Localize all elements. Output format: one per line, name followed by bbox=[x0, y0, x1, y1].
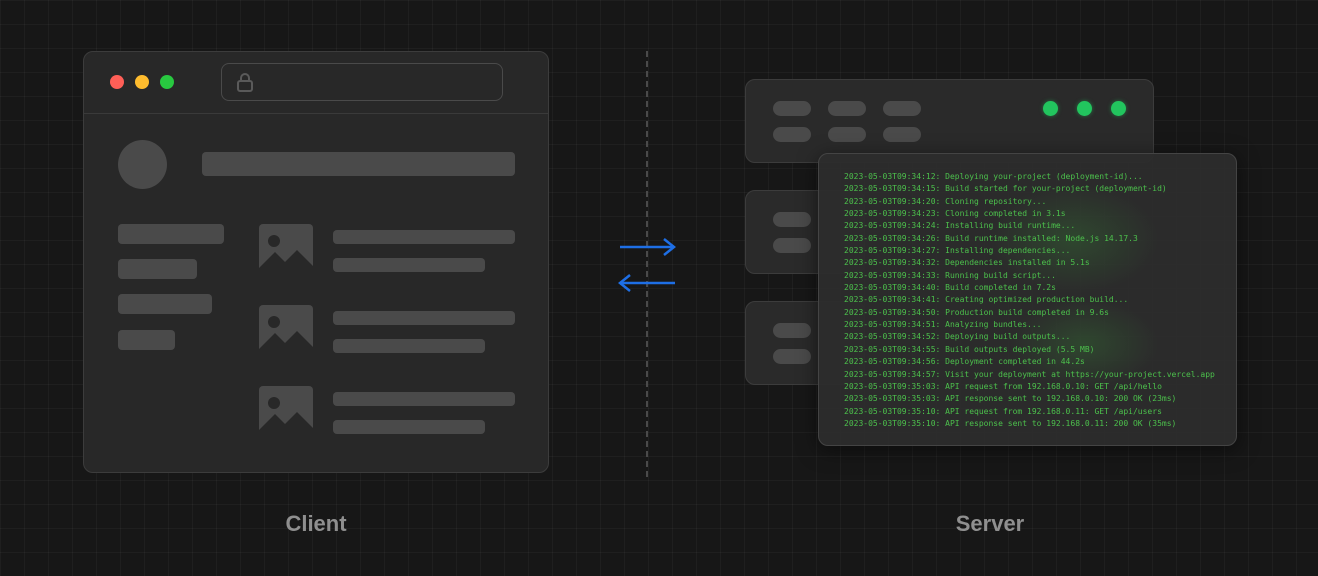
text-line-placeholder bbox=[333, 420, 485, 434]
log-line: 2023-05-03T09:34:40: Build completed in … bbox=[844, 283, 1056, 293]
drive-slot bbox=[828, 101, 866, 116]
log-line: 2023-05-03T09:35:10: API response sent t… bbox=[844, 418, 1177, 428]
server-label: Server bbox=[955, 511, 1025, 536]
client-label: Client bbox=[285, 511, 347, 536]
log-line: 2023-05-03T09:34:32: Dependencies instal… bbox=[844, 258, 1090, 268]
text-line-placeholder bbox=[333, 392, 515, 406]
nav-placeholder bbox=[118, 224, 224, 244]
image-icon bbox=[259, 224, 313, 278]
log-line: 2023-05-03T09:34:50: Production build co… bbox=[844, 307, 1109, 317]
drive-slot bbox=[883, 101, 921, 116]
status-light bbox=[1077, 101, 1092, 116]
status-light bbox=[1111, 101, 1126, 116]
log-line: 2023-05-03T09:34:55: Build outputs deplo… bbox=[844, 344, 1095, 354]
browser-title-bar bbox=[84, 52, 548, 114]
window-close-dot bbox=[110, 75, 124, 89]
lock-icon bbox=[237, 73, 253, 92]
log-line: 2023-05-03T09:34:57: Visit your deployme… bbox=[844, 369, 1215, 379]
log-line: 2023-05-03T09:34:15: Build started for y… bbox=[844, 184, 1167, 194]
drive-slot bbox=[883, 127, 921, 142]
arrow-left-icon bbox=[617, 274, 675, 292]
log-line: 2023-05-03T09:35:03: API request from 19… bbox=[844, 381, 1162, 391]
nav-placeholder bbox=[118, 330, 175, 350]
server-log-terminal: 2023-05-03T09:34:12: Deploying your-proj… bbox=[818, 153, 1237, 446]
log-list: 2023-05-03T09:34:12: Deploying your-proj… bbox=[844, 171, 1215, 430]
status-light bbox=[1043, 101, 1058, 116]
drive-slot bbox=[828, 127, 866, 142]
client-browser-window bbox=[83, 51, 549, 473]
client-server-divider bbox=[646, 51, 648, 477]
drive-slot bbox=[773, 127, 811, 142]
log-line: 2023-05-03T09:34:20: Cloning repository.… bbox=[844, 196, 1047, 206]
drive-slot bbox=[773, 349, 811, 364]
image-icon bbox=[259, 305, 313, 359]
url-bar bbox=[221, 63, 503, 101]
drive-slot bbox=[773, 238, 811, 253]
avatar-placeholder bbox=[118, 140, 167, 189]
text-line-placeholder bbox=[333, 230, 515, 244]
log-line: 2023-05-03T09:34:12: Deploying your-proj… bbox=[844, 172, 1143, 181]
drive-slot bbox=[773, 101, 811, 116]
window-maximize-dot bbox=[160, 75, 174, 89]
log-line: 2023-05-03T09:35:03: API response sent t… bbox=[844, 394, 1177, 404]
server-rack-unit bbox=[745, 79, 1154, 163]
arrow-right-icon bbox=[620, 238, 677, 256]
nav-placeholder bbox=[118, 294, 212, 314]
log-line: 2023-05-03T09:34:27: Installing dependen… bbox=[844, 246, 1071, 256]
log-line: 2023-05-03T09:35:10: API request from 19… bbox=[844, 406, 1162, 416]
drive-slot bbox=[773, 323, 811, 338]
window-minimize-dot bbox=[135, 75, 149, 89]
heading-placeholder bbox=[202, 152, 515, 176]
text-line-placeholder bbox=[333, 258, 485, 272]
log-line: 2023-05-03T09:34:23: Cloning completed i… bbox=[844, 209, 1066, 219]
log-line: 2023-05-03T09:34:51: Analyzing bundles..… bbox=[844, 320, 1042, 330]
nav-placeholder bbox=[118, 259, 197, 279]
image-icon bbox=[259, 386, 313, 440]
text-line-placeholder bbox=[333, 311, 515, 325]
log-line: 2023-05-03T09:34:41: Creating optimized … bbox=[844, 295, 1129, 305]
text-line-placeholder bbox=[333, 339, 485, 353]
drive-slot bbox=[773, 212, 811, 227]
log-line: 2023-05-03T09:34:52: Deploying build out… bbox=[844, 332, 1071, 342]
log-line: 2023-05-03T09:34:26: Build runtime insta… bbox=[844, 233, 1138, 243]
log-line: 2023-05-03T09:34:33: Running build scrip… bbox=[844, 270, 1056, 280]
log-line: 2023-05-03T09:34:24: Installing build ru… bbox=[844, 221, 1076, 231]
log-line: 2023-05-03T09:34:56: Deployment complete… bbox=[844, 357, 1085, 367]
